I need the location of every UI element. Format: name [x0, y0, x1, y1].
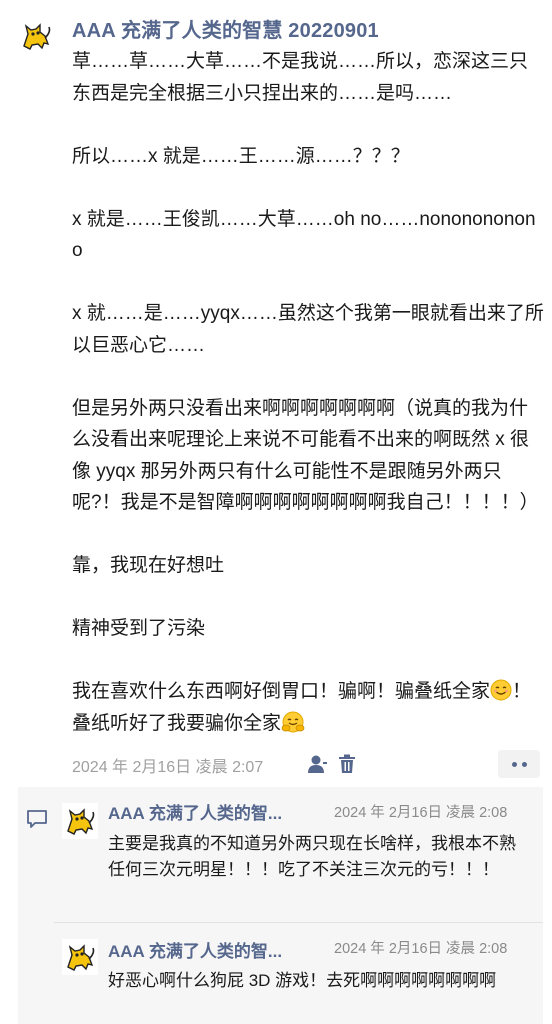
- post-actions: [306, 754, 356, 774]
- comment-timestamp: 2024 年 2月16日 凌晨 2:08: [334, 941, 508, 957]
- more-dot: [521, 761, 527, 767]
- comment-avatar[interactable]: [62, 803, 98, 839]
- post-paragraph: 精神受到了污染: [72, 618, 206, 639]
- comment-author[interactable]: AAA 充满了人类的智...: [108, 799, 282, 824]
- post-paragraph-last: 我在喜欢什么东西啊好倒胃口！骗啊！骗叠纸全家 ！叠纸听好了我要骗你全家: [72, 676, 544, 739]
- profile-icon[interactable]: [306, 754, 328, 774]
- post-author[interactable]: AAA 充满了人类的智慧 20220901: [72, 14, 379, 43]
- comment-icon: [26, 809, 48, 834]
- comment-timestamp: 2024 年 2月16日 凌晨 2:08: [334, 805, 508, 821]
- post-timestamp: 2024 年 2月16日 凌晨 2:07: [72, 759, 264, 776]
- post-paragraph: 草……草……大草……不是我说……所以，恋深这三只东西是完全根据三小只捏出来的………: [72, 51, 529, 104]
- more-dot: [511, 761, 517, 767]
- post-paragraph: 所以……x 就是……王……源……？？？: [72, 145, 410, 167]
- comment-avatar[interactable]: [62, 939, 98, 975]
- post-body: 草……草……大草……不是我说……所以，恋深这三只东西是完全根据三小只捏出来的………: [72, 46, 544, 739]
- post-text-part: 我在喜欢什么东西啊好倒胃口！骗啊！骗叠纸全家: [72, 681, 491, 702]
- comment-text: 好恶心啊什么狗屁 3D 游戏！去死啊啊啊啊啊啊啊啊: [108, 971, 497, 990]
- comment-divider: [54, 922, 543, 923]
- cat-avatar-icon: [18, 18, 54, 54]
- hug-emoji-icon: [281, 711, 305, 734]
- post-paragraph: x 就……是……yyqx……虽然这个我第一眼就看出来了所以巨恶心它……: [72, 303, 544, 356]
- author-avatar[interactable]: [18, 18, 54, 54]
- cat-avatar-icon: [62, 803, 98, 839]
- cat-avatar-icon: [62, 939, 98, 975]
- trash-icon[interactable]: [338, 754, 356, 774]
- post-paragraph: 但是另外两只没看出来啊啊啊啊啊啊啊（说真的我为什么没看出来呢理论上来说不可能看不…: [72, 397, 539, 514]
- smile-emoji-icon: [490, 679, 512, 702]
- more-options-button[interactable]: [498, 750, 540, 778]
- post-paragraph: x 就是……王俊凯……大草……oh no……nononononono: [72, 208, 536, 262]
- comment-text: 主要是我真的不知道另外两只现在长啥样，我根本不熟任何三次元明星！！！吃了不关注三…: [108, 834, 516, 879]
- post-paragraph: 靠，我现在好想吐: [72, 555, 225, 576]
- comments-section: AAA 充满了人类的智... 2024 年 2月16日 凌晨 2:08 主要是我…: [18, 787, 543, 1024]
- comment-author[interactable]: AAA 充满了人类的智...: [108, 937, 282, 962]
